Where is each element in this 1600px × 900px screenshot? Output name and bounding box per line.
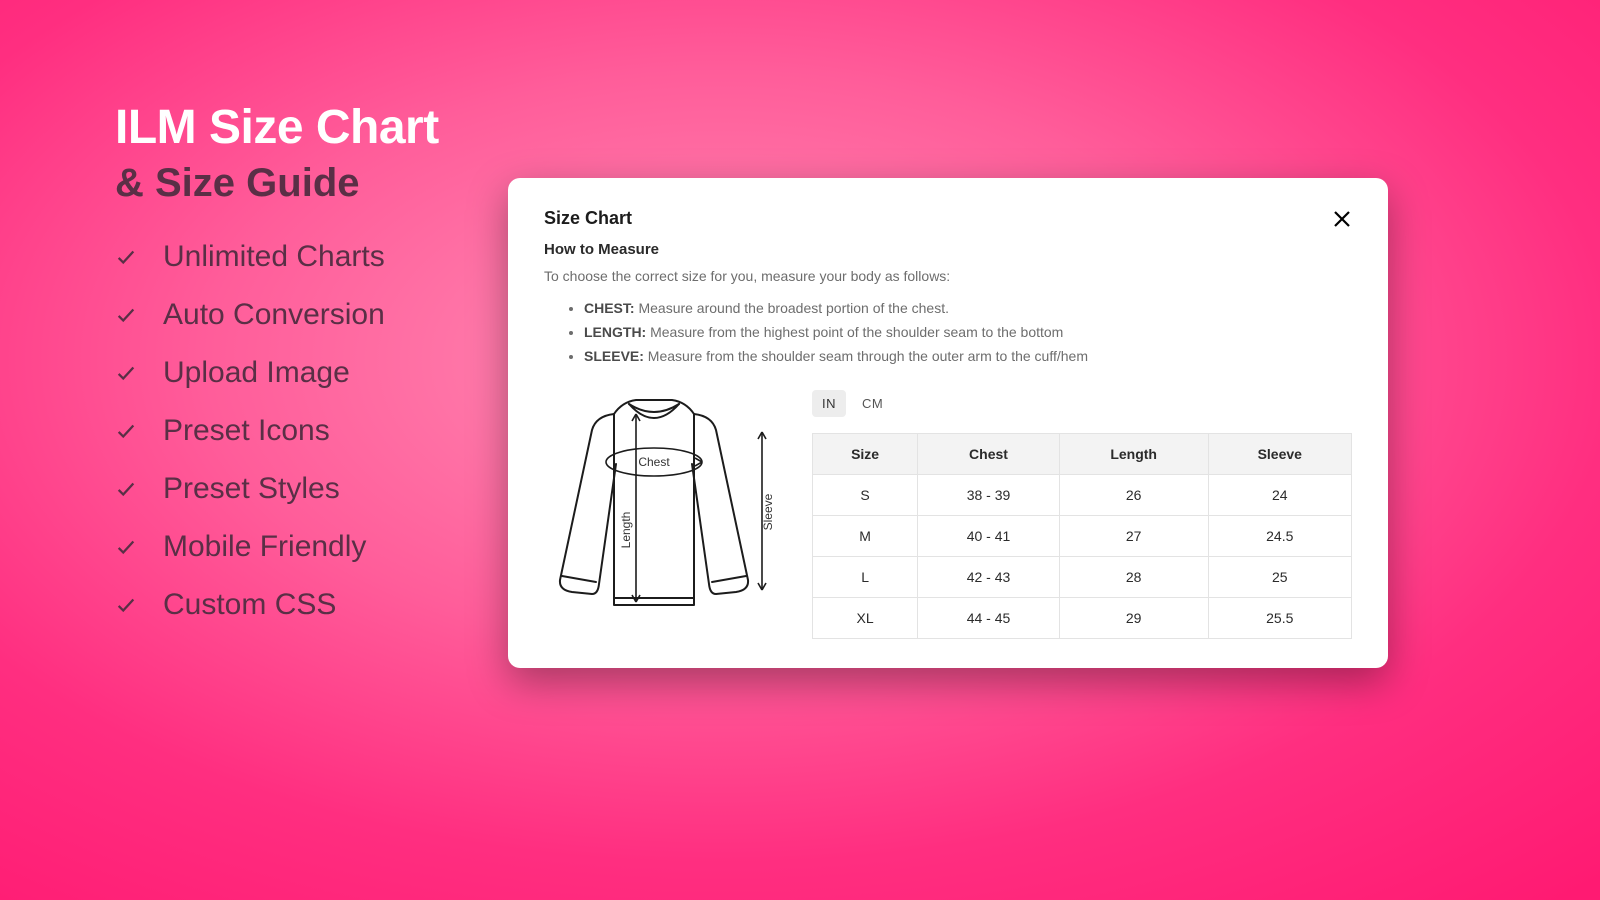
promo-feature-label: Mobile Friendly (163, 530, 366, 564)
size-cell: 27 (1059, 516, 1208, 557)
promo-feature-label: Unlimited Charts (163, 240, 385, 274)
size-cell: M (813, 516, 918, 557)
check-icon (115, 420, 137, 442)
promo-feature-label: Preset Icons (163, 414, 330, 448)
promo-feature-label: Upload Image (163, 356, 350, 390)
size-cell: L (813, 557, 918, 598)
size-cell: 25.5 (1208, 598, 1351, 639)
measure-instruction-item: LENGTH: Measure from the highest point o… (584, 320, 1352, 344)
size-cell: S (813, 475, 918, 516)
promo-title-line1: ILM Size Chart (115, 100, 439, 155)
size-table: SizeChestLengthSleeve S38 - 392624M40 - … (812, 433, 1352, 639)
check-icon (115, 594, 137, 616)
promo-feature-item: Unlimited Charts (115, 228, 439, 286)
size-column-header: Sleeve (1208, 434, 1351, 475)
modal-title: Size Chart (544, 208, 632, 229)
table-row: XL44 - 452925.5 (813, 598, 1352, 639)
promo-feature-label: Auto Conversion (163, 298, 385, 332)
size-cell: 26 (1059, 475, 1208, 516)
size-cell: XL (813, 598, 918, 639)
check-icon (115, 246, 137, 268)
table-row: S38 - 392624 (813, 475, 1352, 516)
promo-feature-item: Preset Icons (115, 402, 439, 460)
promo-feature-item: Auto Conversion (115, 286, 439, 344)
diagram-chest-label: Chest (638, 455, 670, 469)
diagram-length-label: Length (619, 512, 633, 549)
measure-instruction-item: SLEEVE: Measure from the shoulder seam t… (584, 344, 1352, 368)
check-icon (115, 478, 137, 500)
size-cell: 28 (1059, 557, 1208, 598)
measure-label: CHEST: (584, 300, 638, 316)
unit-in-button[interactable]: IN (812, 390, 846, 417)
size-column-header: Length (1059, 434, 1208, 475)
unit-cm-button[interactable]: CM (852, 390, 893, 417)
how-to-measure-heading: How to Measure (544, 241, 1352, 258)
how-to-measure-intro: To choose the correct size for you, meas… (544, 268, 1352, 284)
diagram-sleeve-label: Sleeve (761, 493, 775, 530)
promo-feature-item: Preset Styles (115, 460, 439, 518)
promo-feature-item: Mobile Friendly (115, 518, 439, 576)
check-icon (115, 536, 137, 558)
garment-diagram: Chest Length Sleeve (544, 390, 782, 620)
size-cell: 44 - 45 (918, 598, 1060, 639)
close-icon[interactable] (1332, 209, 1352, 229)
promo-title-line2: & Size Guide (115, 161, 439, 206)
promo-feature-label: Preset Styles (163, 472, 340, 506)
size-chart-modal: Size Chart How to Measure To choose the … (508, 178, 1388, 668)
table-row: L42 - 432825 (813, 557, 1352, 598)
size-cell: 38 - 39 (918, 475, 1060, 516)
size-cell: 42 - 43 (918, 557, 1060, 598)
size-column-header: Chest (918, 434, 1060, 475)
size-cell: 24.5 (1208, 516, 1351, 557)
measure-desc: Measure from the shoulder seam through t… (648, 348, 1088, 364)
table-row: M40 - 412724.5 (813, 516, 1352, 557)
check-icon (115, 304, 137, 326)
size-cell: 25 (1208, 557, 1351, 598)
measure-instruction-item: CHEST: Measure around the broadest porti… (584, 296, 1352, 320)
measure-instruction-list: CHEST: Measure around the broadest porti… (544, 296, 1352, 368)
measure-desc: Measure around the broadest portion of t… (638, 300, 949, 316)
size-cell: 40 - 41 (918, 516, 1060, 557)
promo-panel: ILM Size Chart & Size Guide Unlimited Ch… (115, 100, 439, 634)
promo-feature-item: Custom CSS (115, 576, 439, 634)
unit-toggle: IN CM (812, 390, 1352, 417)
measure-desc: Measure from the highest point of the sh… (650, 324, 1063, 340)
measure-label: SLEEVE: (584, 348, 648, 364)
size-cell: 29 (1059, 598, 1208, 639)
promo-feature-label: Custom CSS (163, 588, 336, 622)
promo-feature-item: Upload Image (115, 344, 439, 402)
check-icon (115, 362, 137, 384)
promo-feature-list: Unlimited Charts Auto Conversion Upload Im… (115, 228, 439, 634)
size-cell: 24 (1208, 475, 1351, 516)
measure-label: LENGTH: (584, 324, 650, 340)
size-column-header: Size (813, 434, 918, 475)
